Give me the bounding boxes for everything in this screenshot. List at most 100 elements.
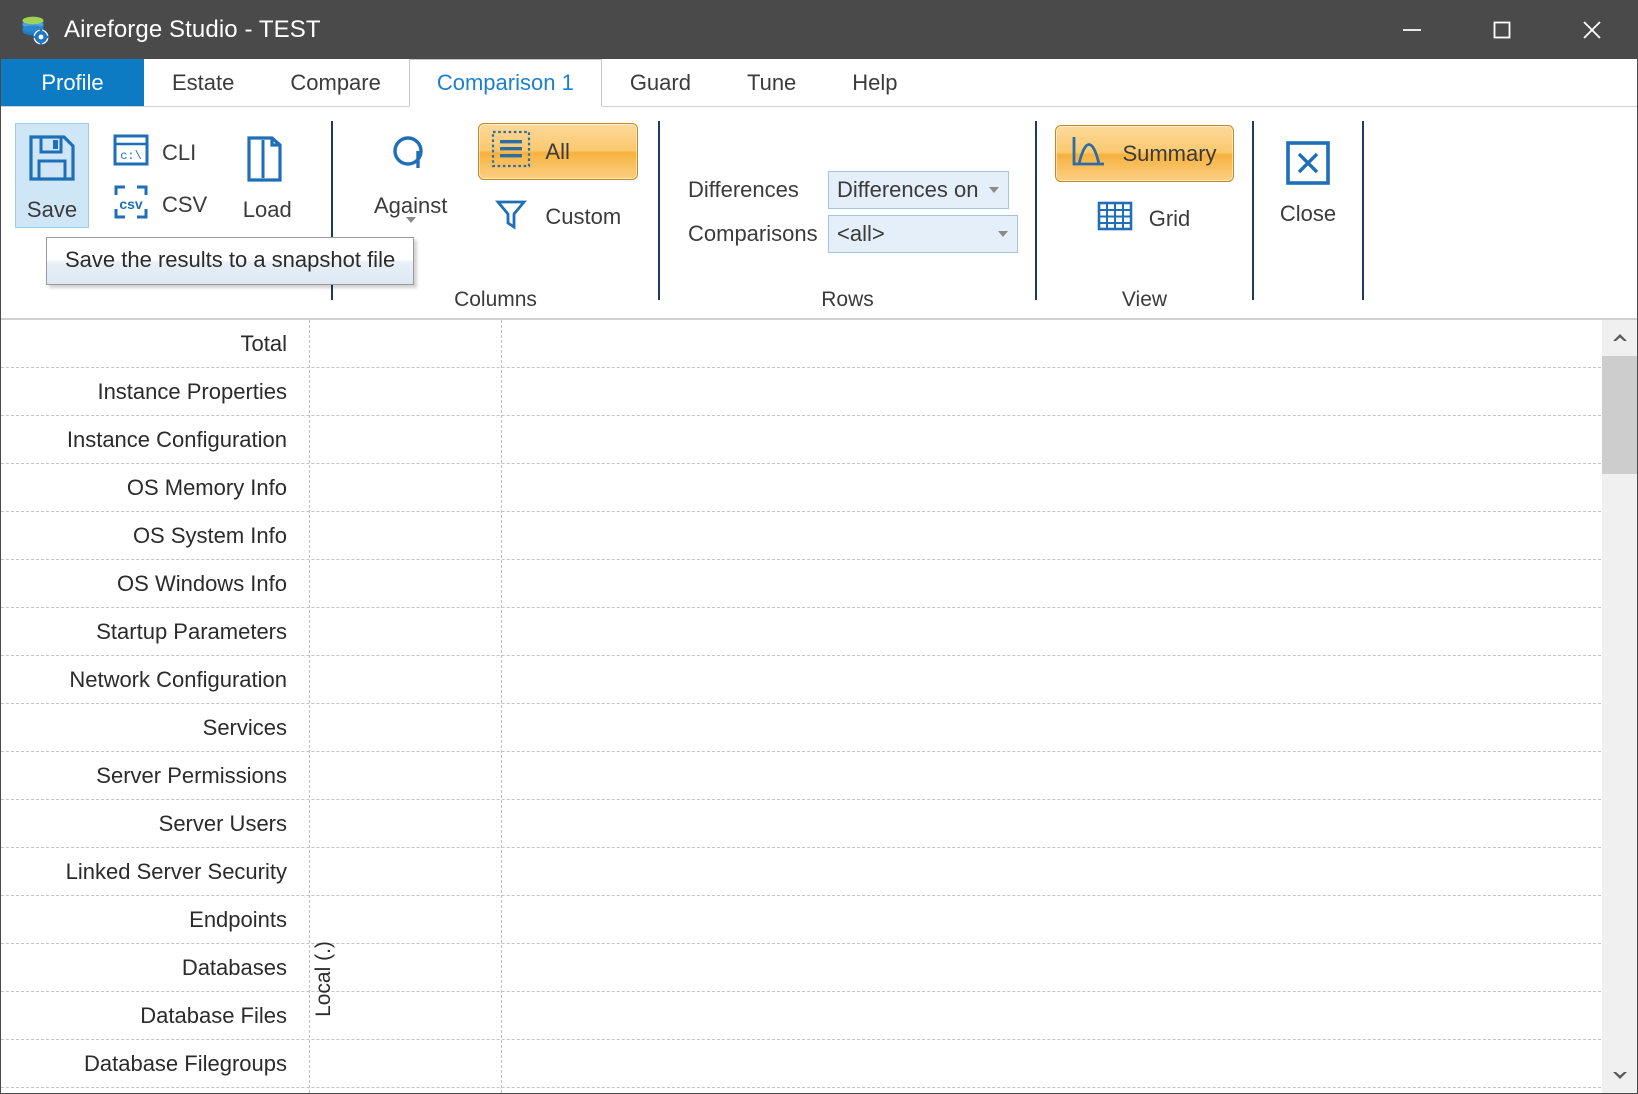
table-row[interactable]: OS System Info: [1, 512, 1601, 560]
chevron-up-icon: [1611, 332, 1629, 344]
view-grid-label: Grid: [1149, 206, 1191, 232]
row-label: Total: [1, 331, 291, 357]
row-label: Instance Properties: [1, 379, 291, 405]
table-row[interactable]: Database Files: [1, 992, 1601, 1040]
columns-all-button[interactable]: All: [478, 123, 638, 180]
differences-label: Differences: [688, 177, 816, 203]
close-box-icon: [1283, 138, 1333, 193]
summary-grid: Total Instance Properties Instance Confi…: [1, 320, 1601, 1093]
ribbon-group-rows: Differences Differences only Comparisons…: [660, 107, 1035, 318]
close-results-button[interactable]: Close: [1269, 129, 1347, 232]
comparison-summary-area: Total Instance Properties Instance Confi…: [1, 320, 1637, 1093]
tab-guard[interactable]: Guard: [602, 59, 719, 106]
table-row[interactable]: Instance Properties: [1, 368, 1601, 416]
against-label: Against: [374, 193, 447, 219]
row-label: Services: [1, 715, 291, 741]
row-label: Database Files: [1, 1003, 291, 1029]
differences-dropdown[interactable]: Differences only: [828, 171, 1009, 209]
table-row[interactable]: OS Memory Info: [1, 464, 1601, 512]
csv-file-icon: csv: [112, 184, 150, 225]
chevron-down-icon[interactable]: [989, 231, 1017, 237]
tab-tune[interactable]: Tune: [719, 59, 824, 106]
against-button[interactable]: Against: [363, 121, 458, 246]
table-row[interactable]: Server Permissions: [1, 752, 1601, 800]
load-button[interactable]: Load: [230, 123, 304, 228]
table-row[interactable]: Network Configuration: [1, 656, 1601, 704]
load-label: Load: [243, 197, 292, 223]
tab-label: Profile: [41, 70, 103, 96]
table-row[interactable]: Database Filegroups: [1, 1040, 1601, 1088]
row-label: OS System Info: [1, 523, 291, 549]
table-row[interactable]: Total: [1, 320, 1601, 368]
table-row[interactable]: Databases: [1, 944, 1601, 992]
magnifier-icon: [386, 130, 436, 185]
tab-label: Help: [852, 70, 897, 96]
row-label: Server Permissions: [1, 763, 291, 789]
scrollbar-thumb[interactable]: [1602, 356, 1637, 474]
table-row[interactable]: Endpoints: [1, 896, 1601, 944]
ribbon-tab-strip: Profile Estate Compare Comparison 1 Guar…: [1, 59, 1637, 107]
row-label: Endpoints: [1, 907, 291, 933]
table-row[interactable]: Server Users: [1, 800, 1601, 848]
table-row[interactable]: Instance Configuration: [1, 416, 1601, 464]
scroll-down-button[interactable]: [1602, 1057, 1637, 1093]
tab-comparison-1[interactable]: Comparison 1: [409, 59, 602, 107]
tab-estate[interactable]: Estate: [144, 59, 262, 106]
chevron-down-icon[interactable]: [980, 187, 1008, 193]
csv-button[interactable]: csv CSV: [103, 180, 216, 229]
vertical-scrollbar[interactable]: [1601, 320, 1637, 1093]
database-gear-icon: [18, 13, 52, 47]
tab-label: Compare: [290, 70, 380, 96]
comparisons-dropdown[interactable]: <all>: [828, 215, 1018, 253]
view-summary-button[interactable]: Summary: [1055, 125, 1233, 182]
window-title: Aireforge Studio - TEST: [64, 16, 321, 44]
title-bar: Aireforge Studio - TEST: [1, 1, 1637, 59]
save-tooltip: Save the results to a snapshot file: [46, 237, 414, 285]
column-header-local: Local (.): [309, 924, 339, 1034]
tab-label: Estate: [172, 70, 234, 96]
tab-label: Comparison 1: [437, 70, 574, 96]
columns-custom-label: Custom: [545, 204, 621, 230]
svg-text:c:\: c:\: [120, 149, 142, 163]
minimize-button[interactable]: [1367, 1, 1457, 59]
floppy-disk-icon: [26, 132, 78, 189]
table-row[interactable]: Startup Parameters: [1, 608, 1601, 656]
window-controls: [1367, 1, 1637, 59]
scroll-up-button[interactable]: [1602, 320, 1637, 356]
scrollbar-track[interactable]: [1602, 356, 1637, 1057]
row-label: Startup Parameters: [1, 619, 291, 645]
comparisons-label: Comparisons: [688, 221, 816, 247]
funnel-filter-icon: [491, 195, 531, 238]
tab-compare[interactable]: Compare: [262, 59, 408, 106]
tab-help[interactable]: Help: [824, 59, 925, 106]
chevron-down-icon: [1611, 1069, 1629, 1081]
row-label: Linked Server Security: [1, 859, 291, 885]
list-all-icon: [491, 130, 531, 173]
columns-custom-button[interactable]: Custom: [478, 188, 638, 245]
cli-button[interactable]: c:\ CLI: [103, 129, 216, 176]
csv-label: CSV: [162, 192, 207, 218]
table-row[interactable]: Linked Server Security: [1, 848, 1601, 896]
column-header-label: Local (.): [312, 941, 336, 1017]
row-label: Instance Configuration: [1, 427, 291, 453]
title-bar-left: Aireforge Studio - TEST: [1, 13, 321, 47]
tab-label: Tune: [747, 70, 796, 96]
comparisons-row: Comparisons <all>: [688, 215, 1018, 253]
ribbon-toolbar: Save c:\ CLI: [1, 107, 1637, 320]
view-grid-button[interactable]: Grid: [1082, 190, 1208, 247]
table-row[interactable]: Services: [1, 704, 1601, 752]
close-button[interactable]: [1547, 1, 1637, 59]
ribbon-group-close: Close: [1254, 107, 1362, 318]
ribbon-group-columns: Against: [333, 107, 658, 318]
open-folder-icon: [241, 132, 293, 189]
tab-profile[interactable]: Profile: [1, 59, 144, 106]
columns-all-label: All: [545, 139, 569, 165]
rows-group-title: Rows: [660, 288, 1035, 318]
row-label: OS Memory Info: [1, 475, 291, 501]
ribbon-group-view: Summary: [1037, 107, 1252, 318]
tab-label: Guard: [630, 70, 691, 96]
svg-text:csv: csv: [119, 196, 143, 212]
save-button[interactable]: Save: [15, 123, 89, 228]
maximize-button[interactable]: [1457, 1, 1547, 59]
table-row[interactable]: OS Windows Info: [1, 560, 1601, 608]
